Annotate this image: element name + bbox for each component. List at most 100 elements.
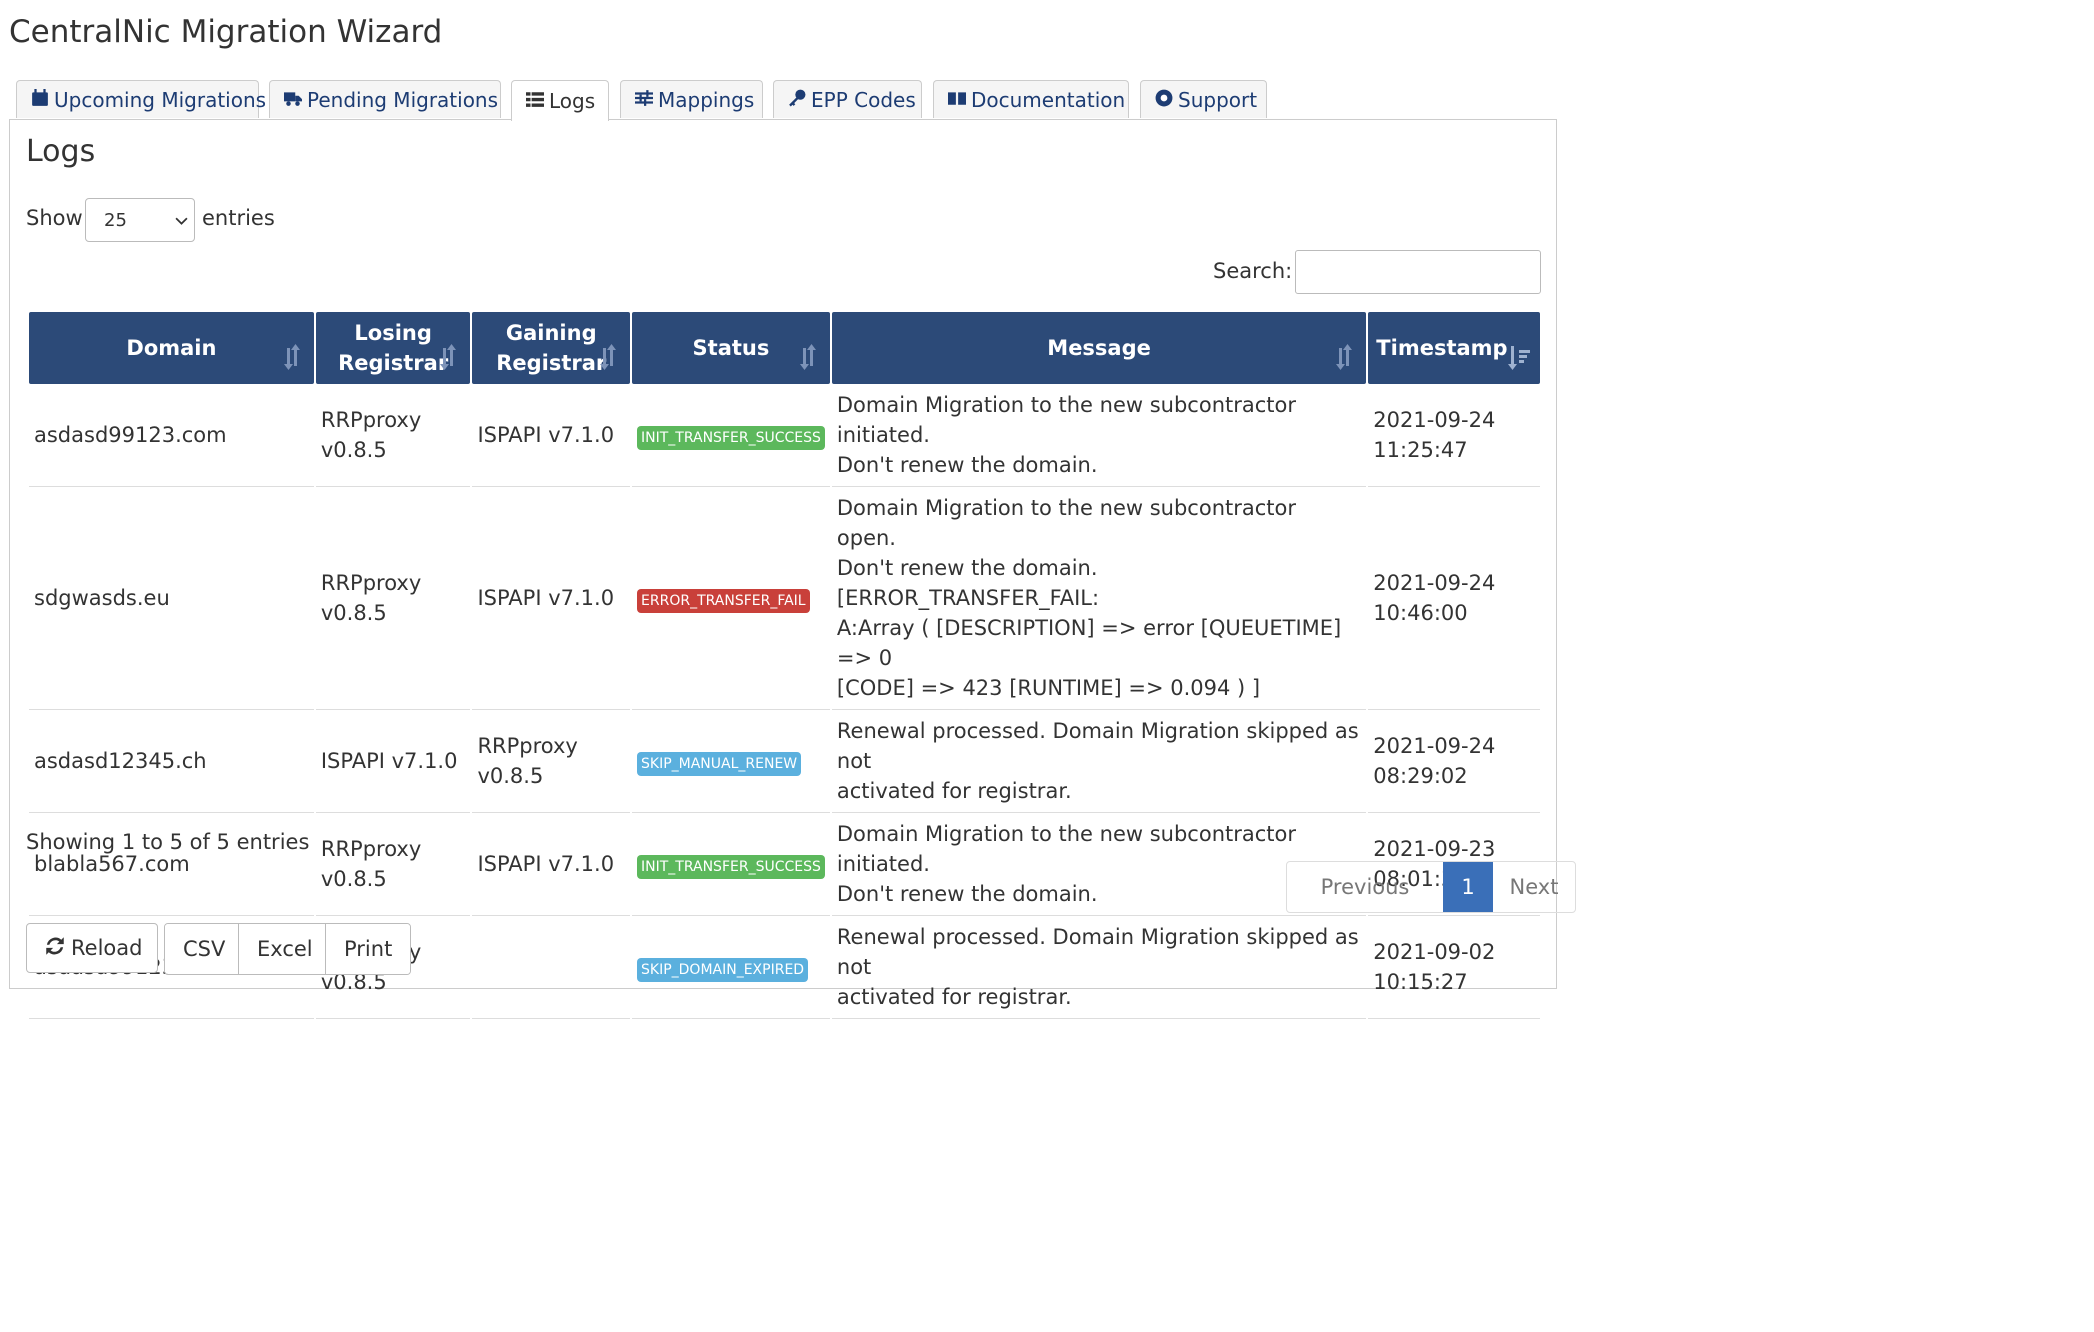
cell-losing: RRPproxy v0.8.5 (315, 487, 471, 710)
cell-line: [CODE] => 423 [RUNTIME] => 0.094 ) ] (836, 676, 1261, 700)
cell-message: Renewal processed. Domain Migration skip… (831, 710, 1367, 813)
cell-line: 2021-09-24 (1373, 734, 1496, 758)
tab-label: Logs (549, 89, 596, 113)
tab-documentation[interactable]: Documentation (933, 80, 1129, 118)
section-heading: Logs (26, 134, 96, 169)
reload-label: Reload (71, 936, 143, 960)
cell-line: v0.8.5 (320, 867, 387, 891)
cell-domain: blabla567.com (29, 813, 314, 916)
tab-label: Support (1178, 87, 1258, 112)
status-badge: INIT_TRANSFER_SUCCESS (637, 855, 825, 879)
table-info: Showing 1 to 5 of 5 entries (26, 830, 310, 854)
cell-line: RRPproxy (320, 571, 422, 595)
cell-line: Renewal processed. Domain Migration skip… (836, 719, 1359, 773)
column-header-label: Domain (126, 336, 217, 360)
cell-domain: asdasd12345.ch (29, 710, 314, 813)
cell-line: A:Array ( [DESCRIPTION] => error [QUEUET… (836, 616, 1342, 670)
csv-button[interactable]: CSV (165, 924, 239, 974)
column-header-timestamp[interactable]: Timestamp (1368, 312, 1540, 384)
column-header-label: Message (1047, 336, 1151, 360)
lifebuoy-icon (1155, 88, 1178, 112)
cell-line: Don't renew the domain. (836, 453, 1098, 477)
cell-line: ISPAPI v7.1.0 (477, 586, 615, 610)
cell-status: INIT_TRANSFER_SUCCESS (632, 813, 830, 916)
table-row: sdgwasds.eu RRPproxy v0.8.5 ISPAPI v7.1.0 ER… (29, 487, 1540, 710)
cell-line: 11:25:47 (1373, 438, 1468, 462)
action-buttons: Reload CSV Excel Print (26, 923, 411, 975)
tab-logs[interactable]: Logs (511, 80, 609, 121)
entries-per-page-select[interactable]: 25 (85, 198, 195, 242)
cell-line: RRPproxy (477, 734, 578, 758)
cell-timestamp: 2021-09-24 11:25:47 (1368, 384, 1540, 487)
previous-page-button[interactable]: Previous (1287, 862, 1443, 912)
print-button[interactable]: Print (326, 924, 410, 974)
cell-line: RRPproxy (320, 837, 422, 861)
show-label: Show (26, 206, 83, 230)
column-header-domain[interactable]: Domain (29, 312, 314, 384)
cell-line: 10:15:27 (1373, 970, 1468, 994)
cell-line: 10:46:00 (1373, 601, 1468, 625)
excel-button[interactable]: Excel (239, 924, 326, 974)
cell-line: 2021-09-24 (1373, 571, 1496, 595)
cell-status: SKIP_DOMAIN_EXPIRED (632, 916, 830, 1019)
cell-line: activated for registrar. (836, 779, 1072, 803)
cell-line: ISPAPI v7.1.0 (477, 852, 615, 876)
cell-timestamp: 2021-09-24 08:29:02 (1368, 710, 1540, 813)
cell-gaining: ISPAPI v7.1.0 (472, 487, 631, 710)
cell-line: 2021-09-24 (1373, 408, 1496, 432)
status-badge: INIT_TRANSFER_SUCCESS (637, 426, 825, 450)
cell-line: ISPAPI v7.1.0 (477, 423, 615, 447)
sliders-icon (635, 88, 658, 112)
search-label: Search: (1213, 259, 1293, 283)
status-badge: ERROR_TRANSFER_FAIL (637, 589, 810, 613)
cell-line: 2021-09-02 (1373, 940, 1496, 964)
cell-losing: RRPproxy v0.8.5 (315, 813, 471, 916)
column-header-losing-registrar[interactable]: Losing Registrar (315, 312, 471, 384)
table-row: asdasd99123.com RRPproxy v0.8.5 ISPAPI v7.1… (29, 384, 1540, 487)
tab-epp-codes[interactable]: EPP Codes (773, 80, 922, 118)
page-title: CentralNic Migration Wizard (9, 14, 443, 50)
search-input[interactable] (1295, 250, 1541, 294)
cell-status: INIT_TRANSFER_SUCCESS (632, 384, 830, 487)
tab-label: Upcoming Migrations (54, 87, 267, 112)
table-row: asdasd12345.ch ISPAPI v7.1.0 RRPproxy v0.8.… (29, 710, 1540, 813)
column-header-status[interactable]: Status (632, 312, 830, 384)
tab-label: Pending Migrations (307, 87, 499, 112)
cell-domain: asdasd99123.com (29, 384, 314, 487)
cell-message: Renewal processed. Domain Migration skip… (831, 916, 1367, 1019)
tab-pending-migrations[interactable]: Pending Migrations (269, 80, 501, 118)
entries-per-page-value: 25 (104, 210, 127, 231)
page-1-button[interactable]: 1 (1443, 862, 1493, 912)
status-badge: SKIP_DOMAIN_EXPIRED (637, 958, 809, 982)
cell-line: v0.8.5 (477, 764, 544, 788)
cell-line: activated for registrar. (836, 985, 1072, 1009)
tab-upcoming-migrations[interactable]: Upcoming Migrations (16, 80, 266, 118)
cell-line: Domain Migration to the new subcontracto… (836, 822, 1296, 876)
cell-timestamp: 2021-09-02 10:15:27 (1368, 916, 1540, 1019)
cell-line: Don't renew the domain. (836, 882, 1098, 906)
calendar-icon (31, 88, 54, 112)
tab-mappings[interactable]: Mappings (620, 80, 763, 118)
cell-message: Domain Migration to the new subcontracto… (831, 487, 1367, 710)
cell-line: v0.8.5 (320, 438, 387, 462)
export-button-group: CSV Excel Print (164, 923, 411, 975)
cell-losing: ISPAPI v7.1.0 (315, 710, 471, 813)
column-header-message[interactable]: Message (831, 312, 1367, 384)
tab-label: Mappings (658, 87, 755, 112)
status-badge: SKIP_MANUAL_RENEW (637, 752, 802, 776)
cell-line: 08:29:02 (1373, 764, 1468, 788)
tab-support[interactable]: Support (1140, 80, 1267, 118)
next-page-button[interactable]: Next (1493, 862, 1575, 912)
refresh-icon (45, 936, 71, 961)
cell-gaining (472, 916, 631, 1019)
pagination: Previous 1 Next (1286, 861, 1576, 913)
truck-icon (284, 88, 307, 112)
cell-timestamp: 2021-09-24 10:46:00 (1368, 487, 1540, 710)
cell-status: ERROR_TRANSFER_FAIL (632, 487, 830, 710)
tab-label: Documentation (971, 87, 1126, 112)
cell-line: Domain Migration to the new subcontracto… (836, 393, 1296, 447)
cell-line: Don't renew the domain. [ERROR_TRANSFER_… (836, 556, 1100, 610)
entries-label: entries (202, 206, 275, 230)
reload-button[interactable]: Reload (26, 923, 158, 973)
column-header-gaining-registrar[interactable]: Gaining Registrar (472, 312, 631, 384)
